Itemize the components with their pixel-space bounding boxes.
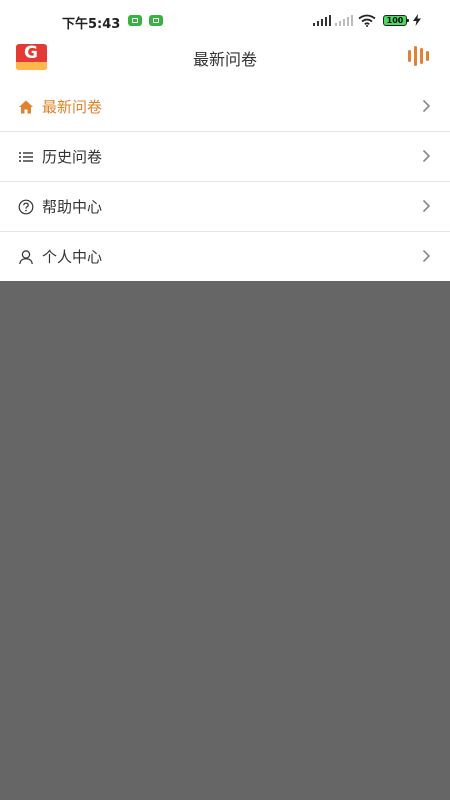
chevron-right-icon <box>422 99 431 113</box>
menu-item-history-surveys[interactable]: 历史问卷 <box>0 132 450 182</box>
user-icon <box>19 250 33 265</box>
message-notification-icon <box>128 15 142 26</box>
chevron-right-icon <box>422 249 431 263</box>
battery-indicator: 100 <box>383 15 409 26</box>
menu-item-label: 历史问卷 <box>42 148 103 166</box>
help-icon <box>18 199 34 215</box>
menu-item-latest-surveys[interactable]: 最新问卷 <box>0 82 450 132</box>
status-bar: 下午5:43 100 <box>0 0 450 40</box>
nav-menu: 最新问卷 历史问卷 帮助中心 个人中心 <box>0 82 450 281</box>
menu-item-label: 个人中心 <box>42 248 103 266</box>
app-header: G 最新问卷 <box>0 40 450 82</box>
cell-signal-icon <box>313 15 331 26</box>
wifi-icon <box>358 14 376 27</box>
message-notification-icon <box>149 15 163 26</box>
menu-item-personal-center[interactable]: 个人中心 <box>0 232 450 281</box>
list-icon <box>19 152 33 162</box>
dim-overlay[interactable] <box>0 281 450 800</box>
charging-bolt-icon <box>413 14 421 26</box>
cell-signal-secondary-icon <box>335 15 353 26</box>
menu-item-label: 最新问卷 <box>42 98 103 116</box>
menu-item-label: 帮助中心 <box>42 198 103 216</box>
chevron-right-icon <box>422 199 431 213</box>
menu-item-help-center[interactable]: 帮助中心 <box>0 182 450 232</box>
chevron-right-icon <box>422 149 431 163</box>
home-icon <box>19 100 33 114</box>
page-title: 最新问卷 <box>192 50 257 69</box>
menu-bars-icon[interactable] <box>406 45 434 67</box>
status-time: 下午5:43 <box>62 17 121 32</box>
